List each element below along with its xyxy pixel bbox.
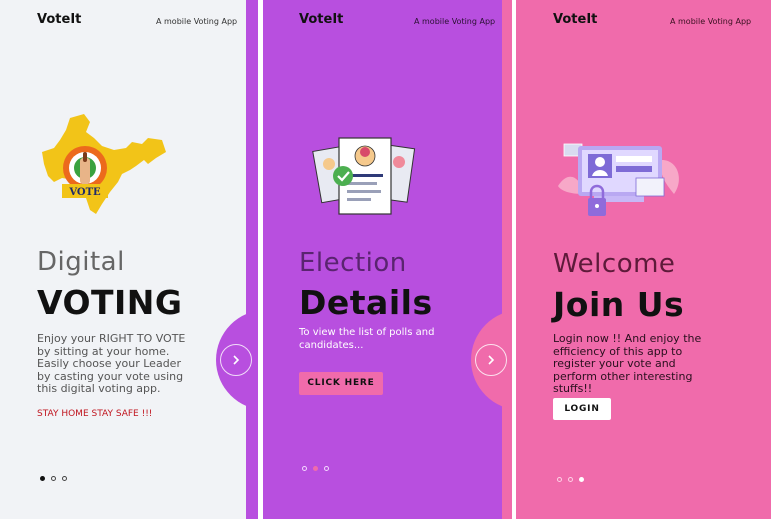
page-description: Login now !! And enjoy the efficiency of… [553, 332, 702, 395]
next-screen-edge [246, 0, 258, 519]
page-title-light: Welcome [553, 249, 676, 279]
page-dot[interactable] [62, 476, 67, 481]
next-button[interactable] [220, 344, 252, 376]
page-title-light: Election [299, 248, 407, 278]
page-description: Enjoy your RIGHT TO VOTE by sitting at y… [37, 332, 186, 395]
page-description: To view the list of polls and candidates… [299, 327, 435, 351]
page-dot-active[interactable] [40, 476, 45, 481]
india-map-vote-icon: VOTE [42, 114, 166, 214]
onboarding-screen-digital-voting: VoteIt A mobile Voting App VOTE Digital … [0, 0, 258, 519]
next-button[interactable] [475, 344, 507, 376]
app-tagline: A mobile Voting App [156, 17, 238, 26]
click-here-button[interactable]: CLICK HERE [299, 372, 383, 395]
brand-name: VoteIt [37, 12, 82, 27]
vote-label: VOTE [68, 187, 101, 198]
app-tagline: A mobile Voting App [414, 17, 496, 26]
app-tagline: A mobile Voting App [670, 17, 752, 26]
onboarding-screen-join-us: VoteIt A mobile Voting App Welcome Join … [516, 0, 771, 519]
next-screen-edge [502, 0, 512, 519]
page-indicator [40, 476, 67, 481]
page-title-bold: VOTING [37, 283, 183, 322]
page-dot[interactable] [51, 476, 56, 481]
brand-name: VoteIt [553, 12, 598, 27]
login-button[interactable]: LOGIN [553, 398, 611, 420]
page-title-bold: Details [299, 283, 433, 322]
page-title-bold: Join Us [553, 285, 685, 324]
page-dot-active[interactable] [579, 477, 584, 482]
page-dot[interactable] [302, 466, 307, 471]
page-dot[interactable] [568, 477, 573, 482]
onboarding-screen-election-details: VoteIt A mobile Voting App Election Deta… [263, 0, 512, 519]
stay-safe-slogan: STAY HOME STAY SAFE !!! [37, 409, 153, 419]
brand-name: VoteIt [299, 12, 344, 27]
page-dot-active[interactable] [313, 466, 318, 471]
page-dot[interactable] [557, 477, 562, 482]
login-screen-lock-icon [558, 143, 679, 216]
page-indicator [302, 466, 329, 471]
candidate-documents-icon [312, 137, 416, 215]
page-title-light: Digital [37, 247, 125, 277]
page-indicator [557, 477, 584, 482]
chevron-right-icon [233, 355, 240, 365]
page-dot[interactable] [324, 466, 329, 471]
chevron-right-icon [488, 355, 495, 365]
